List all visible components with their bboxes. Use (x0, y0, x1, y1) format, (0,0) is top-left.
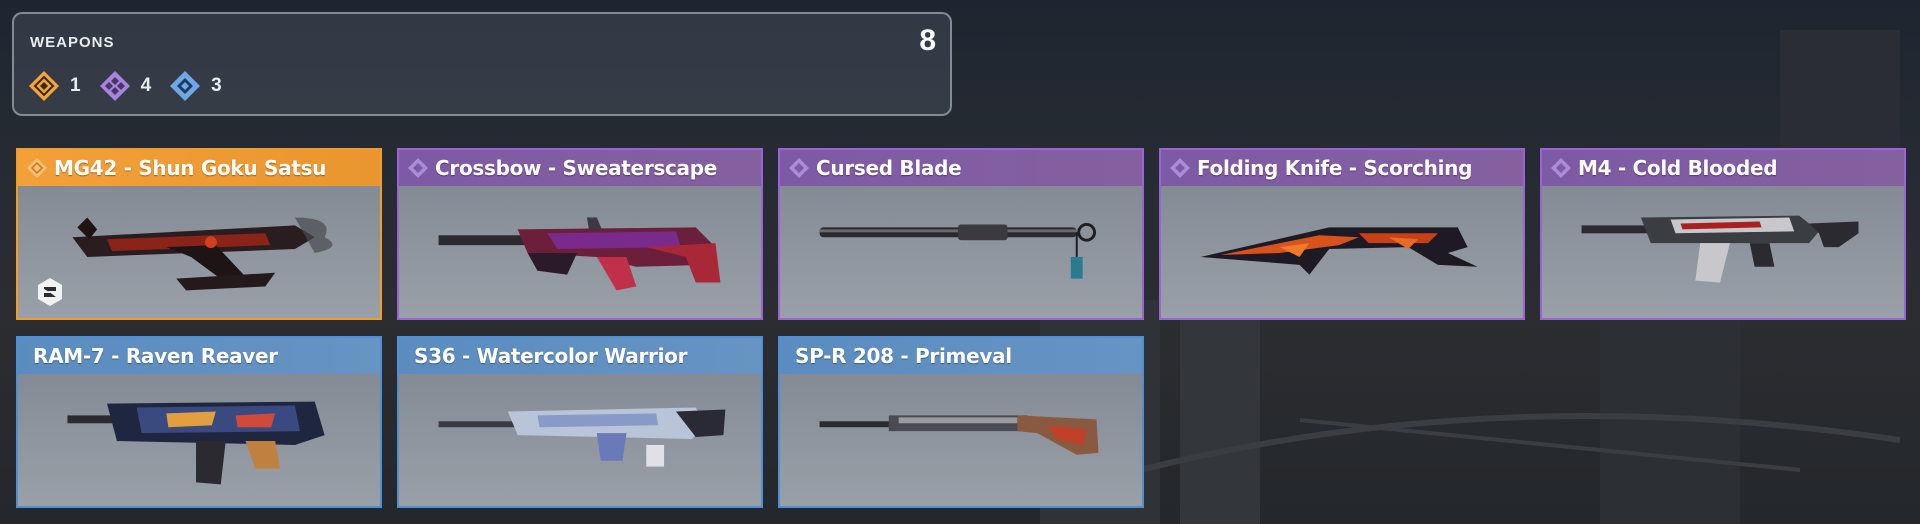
weapon-card-cursed-blade[interactable]: Cursed Blade (778, 148, 1144, 320)
weapon-name: Crossbow - Sweaterscape (435, 156, 718, 180)
weapon-image (399, 188, 761, 318)
weapon-image (780, 376, 1142, 506)
weapon-card-m4[interactable]: M4 - Cold Blooded (1540, 148, 1906, 320)
weapon-card-ram7[interactable]: RAM-7 - Raven Reaver (16, 336, 382, 508)
card-header: M4 - Cold Blooded (1542, 150, 1904, 186)
weapon-image (18, 376, 380, 506)
weapon-card-s36[interactable]: S36 - Watercolor Warrior (397, 336, 763, 508)
rare-rarity-icon (26, 345, 27, 367)
weapon-name: SP-R 208 - Primeval (795, 344, 1012, 368)
rare-rarity-icon (407, 345, 408, 367)
weapon-card-mg42[interactable]: MG42 - Shun Goku Satsu (16, 148, 382, 320)
rare-rarity-icon (170, 71, 201, 101)
weapon-card-folding-knife[interactable]: Folding Knife - Scorching (1159, 148, 1525, 320)
weapon-name: M4 - Cold Blooded (1578, 156, 1778, 180)
weapon-name: Cursed Blade (816, 156, 962, 180)
rare-rarity-icon (788, 345, 789, 367)
weapon-image (399, 376, 761, 506)
weapon-name: S36 - Watercolor Warrior (414, 344, 688, 368)
weapon-name: Folding Knife - Scorching (1197, 156, 1473, 180)
card-header: MG42 - Shun Goku Satsu (18, 150, 380, 186)
weapon-image (1542, 188, 1904, 318)
rarity-breakdown: 1 4 3 (28, 70, 222, 102)
summary-title: WEAPONS (30, 34, 115, 51)
epic-rarity-icon (789, 158, 809, 178)
rare-count: 3 (211, 75, 222, 96)
rarity-epic: 4 (99, 70, 152, 102)
weapon-card-crossbow[interactable]: Crossbow - Sweaterscape (397, 148, 763, 320)
total-count: 8 (919, 24, 936, 57)
card-header: S36 - Watercolor Warrior (399, 338, 761, 374)
weapon-name: MG42 - Shun Goku Satsu (54, 156, 327, 180)
weapon-name: RAM-7 - Raven Reaver (33, 344, 278, 368)
epic-rarity-icon (99, 71, 130, 101)
legendary-count: 1 (70, 75, 81, 96)
legendary-rarity-icon (29, 71, 59, 101)
weapon-image (1161, 188, 1523, 318)
card-header: Crossbow - Sweaterscape (399, 150, 761, 186)
weapon-image (18, 188, 380, 318)
epic-rarity-icon (1551, 158, 1571, 178)
weapons-summary-panel: WEAPONS 8 1 4 3 (12, 12, 952, 116)
epic-count: 4 (140, 75, 152, 96)
card-header: RAM-7 - Raven Reaver (18, 338, 380, 374)
rarity-legendary: 1 (28, 70, 81, 102)
card-header: Folding Knife - Scorching (1161, 150, 1523, 186)
weapon-image (780, 188, 1142, 318)
card-header: SP-R 208 - Primeval (780, 338, 1142, 374)
weapon-card-spr208[interactable]: SP-R 208 - Primeval (778, 336, 1144, 508)
mastery-badge-icon (38, 278, 62, 306)
rarity-rare: 3 (169, 70, 222, 102)
epic-rarity-icon (1170, 158, 1190, 178)
epic-rarity-icon (408, 158, 428, 178)
card-header: Cursed Blade (780, 150, 1142, 186)
legendary-rarity-icon (27, 158, 47, 178)
